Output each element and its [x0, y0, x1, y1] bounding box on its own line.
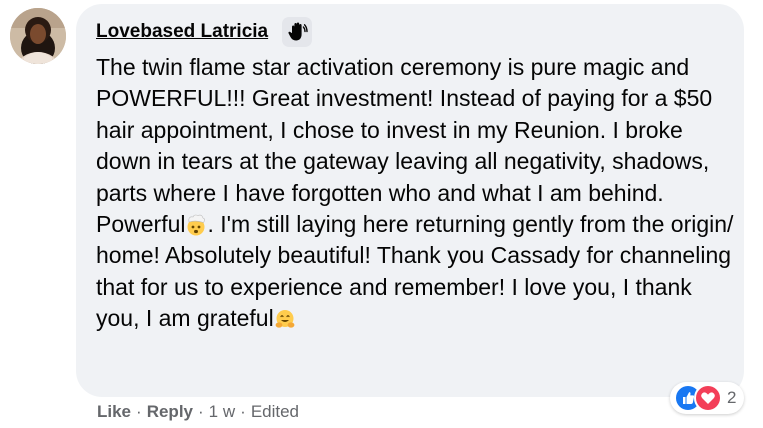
avatar[interactable]: [10, 8, 66, 64]
separator-dot: ·: [198, 402, 204, 421]
separator-dot: ·: [240, 402, 246, 421]
exploding-head-emoji-icon: [185, 213, 207, 236]
hugging-face-emoji-icon: [274, 307, 296, 329]
author-name[interactable]: Lovebased Latricia: [96, 21, 268, 43]
author-row: Lovebased Latricia: [96, 16, 313, 48]
comment-bubble: Lovebased Latricia The twin flame star a…: [76, 4, 744, 397]
separator-dot: ·: [136, 402, 142, 421]
avatar-image: [10, 8, 66, 64]
comment-text: The twin flame star activation ceremony …: [96, 52, 736, 335]
comment-actions: Like · Reply · 1 w · Edited: [97, 400, 299, 424]
reply-button[interactable]: Reply: [147, 402, 193, 422]
comment-text-part1: The twin flame star activation ceremony …: [96, 54, 713, 238]
love-reaction-icon: [694, 384, 722, 412]
edited-label[interactable]: Edited: [251, 402, 299, 422]
timestamp-link[interactable]: 1 w: [209, 402, 235, 422]
reactions-summary[interactable]: 2: [670, 382, 745, 414]
reaction-count: 2: [727, 388, 737, 407]
like-button[interactable]: Like: [97, 402, 131, 422]
raised-hand-icon[interactable]: [282, 17, 313, 47]
